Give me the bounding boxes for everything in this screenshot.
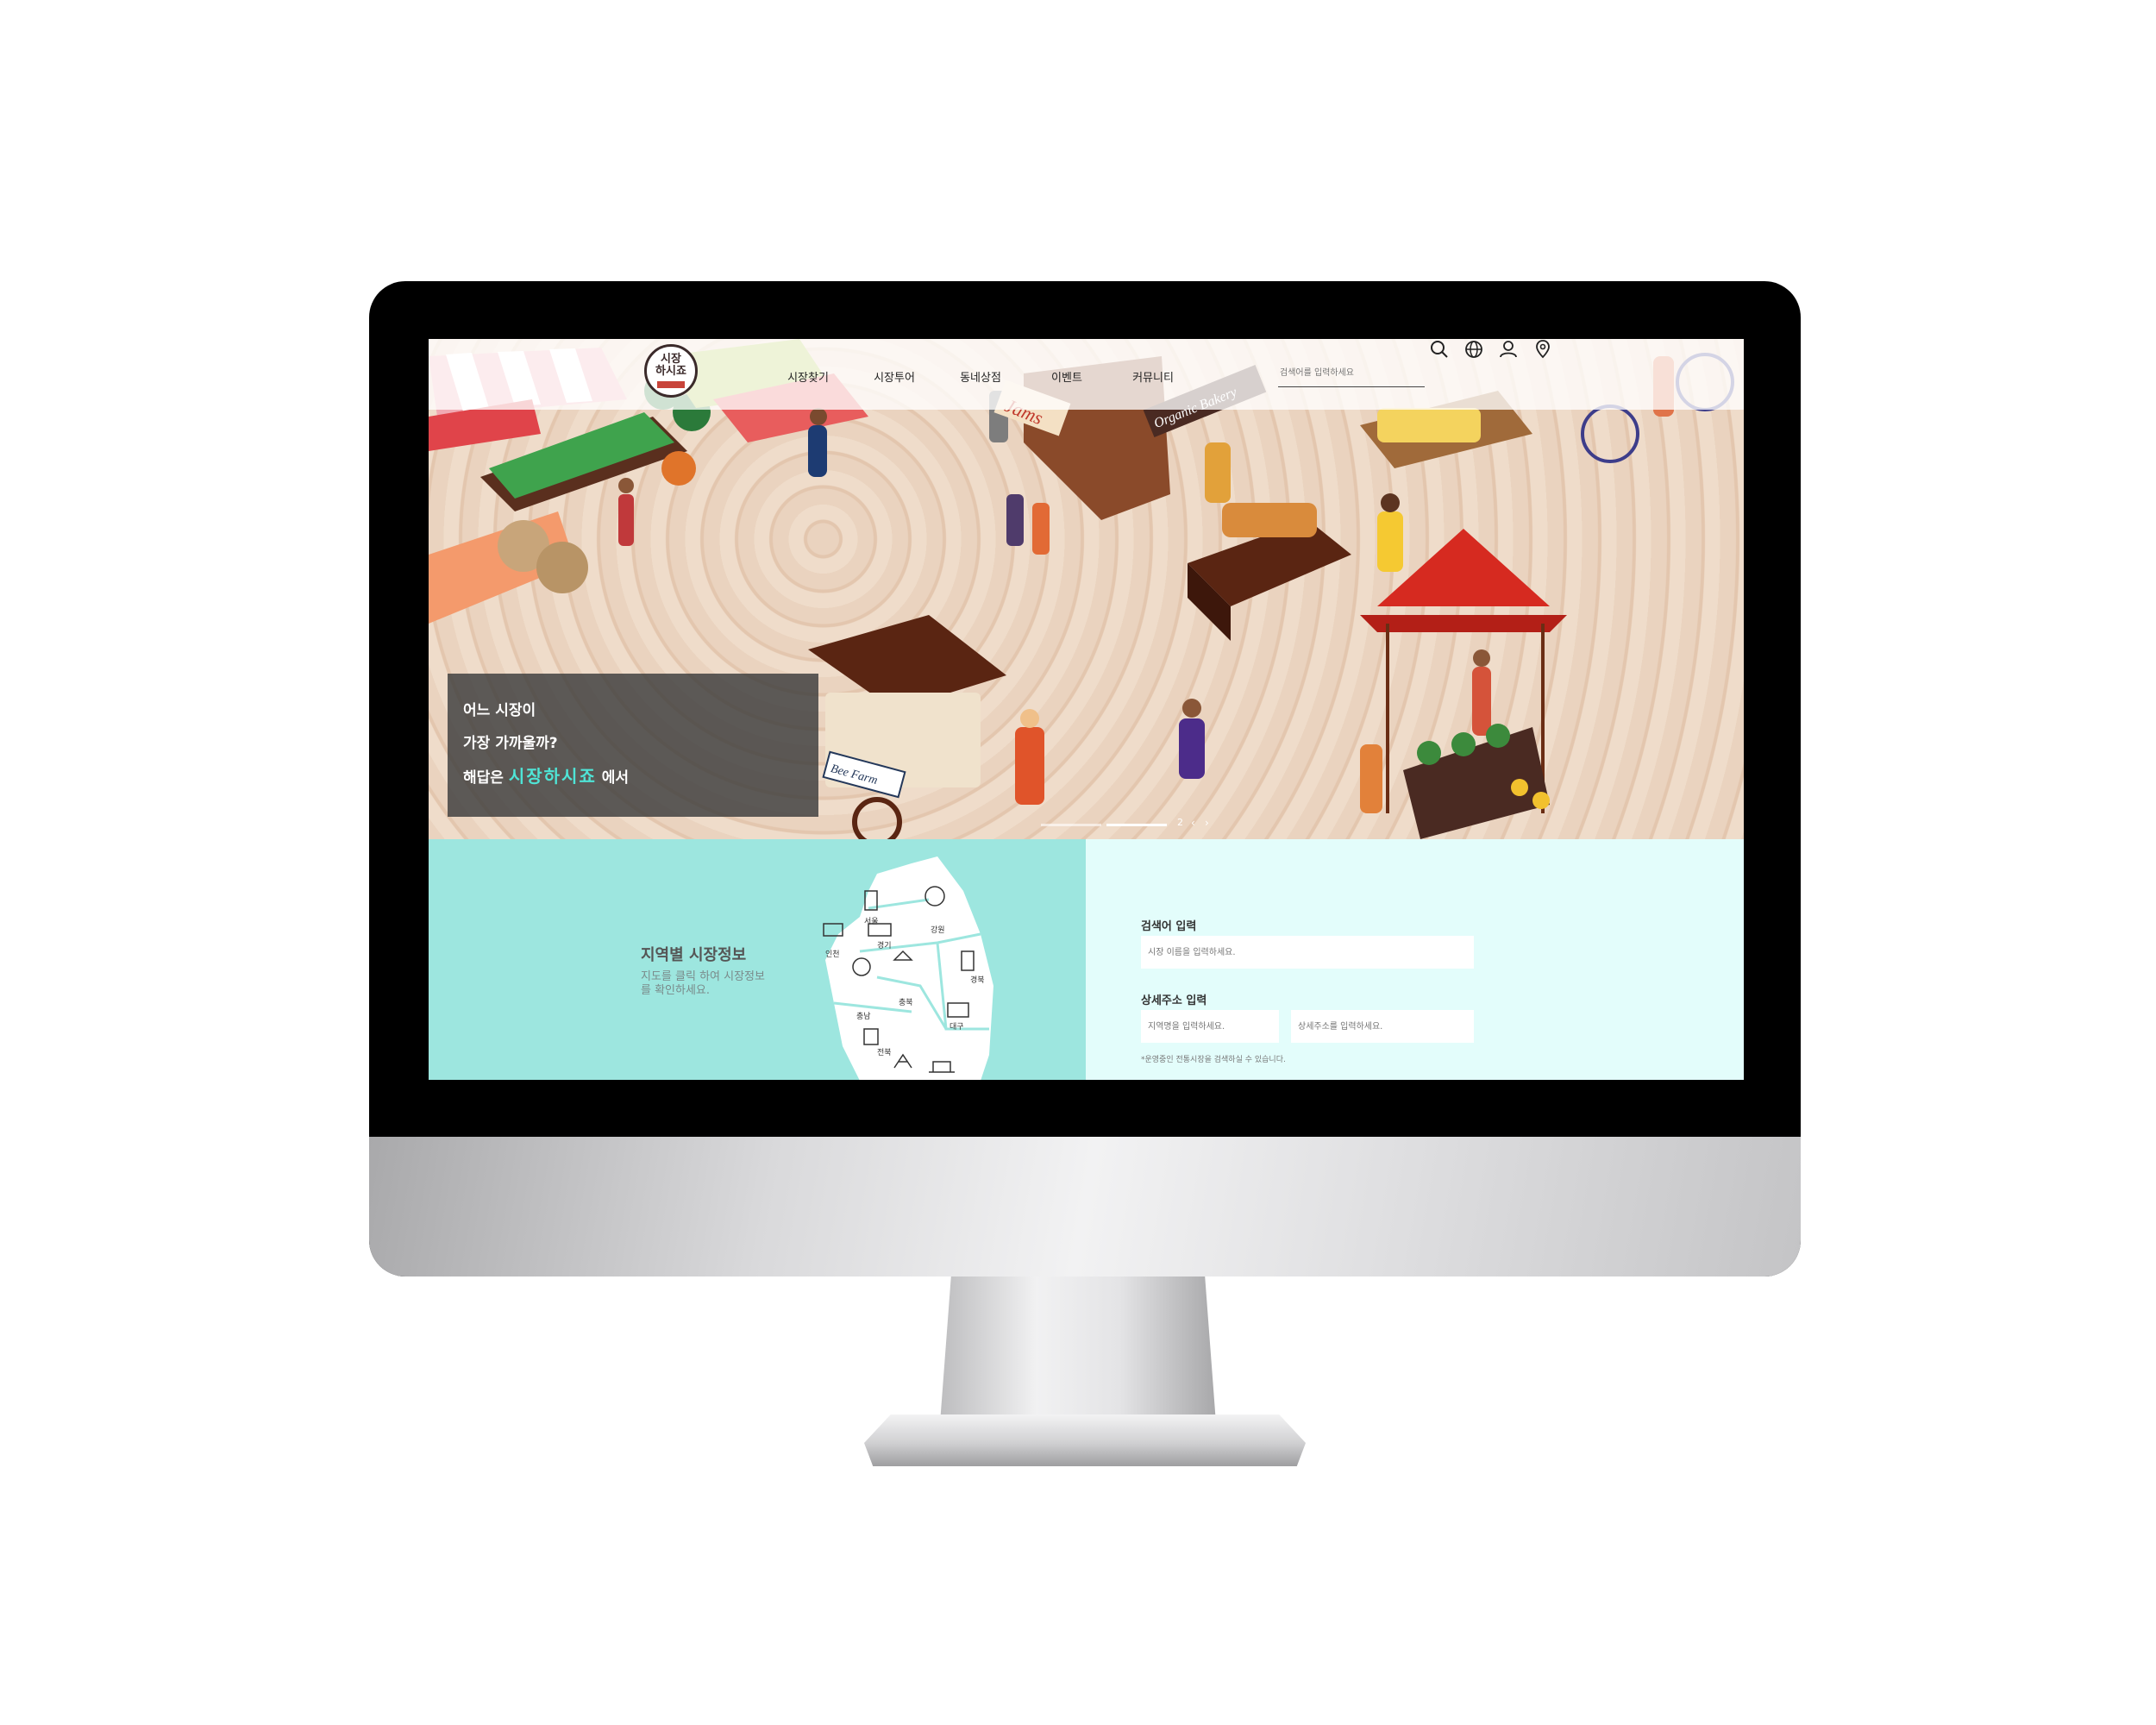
nav-find-market[interactable]: 시장찾기 (765, 368, 851, 385)
caption-suffix: 에서 (601, 769, 630, 787)
prev-slide-button[interactable]: ‹ (1191, 817, 1195, 829)
region-jeonbuk[interactable]: 전북 (877, 1046, 892, 1057)
region-chungbuk[interactable]: 충북 (899, 996, 913, 1007)
user-icon[interactable] (1498, 339, 1519, 360)
caption-line-1: 어느 시장이 (463, 702, 536, 719)
region-gyeonggi[interactable]: 경기 (877, 939, 892, 950)
nav-events[interactable]: 이벤트 (1024, 368, 1110, 385)
market-name-input[interactable] (1141, 936, 1474, 969)
market-search-panel: 검색어 입력 상세주소 입력 *운영중인 전통시장을 검색하실 수 있습니다. (1086, 839, 1744, 1080)
next-slide-button[interactable]: › (1205, 817, 1209, 829)
keyword-label: 검색어 입력 (1141, 920, 1197, 933)
nav-search-box (1278, 360, 1425, 387)
region-incheon[interactable]: 인천 (825, 948, 840, 959)
slide-counter: 2 (1177, 817, 1183, 828)
caption-line-2: 가장 가까울까? (463, 735, 558, 752)
hero-banner: Jams Organic Bakery (429, 339, 1744, 839)
nav-market-tour[interactable]: 시장투어 (851, 368, 937, 385)
korea-map[interactable] (808, 856, 1015, 1080)
region-chungnam[interactable]: 충남 (856, 1010, 871, 1021)
region-daegu[interactable]: 대구 (950, 1020, 964, 1032)
hero-caption: 어느 시장이 가장 가까울까? 해답은 시장하시죠 에서 (448, 674, 818, 817)
detail-address-input[interactable] (1291, 1010, 1474, 1043)
top-navbar: 시장 하시죠 시장찾기 시장투어 동네상점 이벤트 커뮤니티 (429, 339, 1744, 410)
search-note: *운영중인 전통시장을 검색하실 수 있습니다. (1141, 1056, 1286, 1064)
caption-brand: 시장하시죠 (508, 766, 597, 787)
map-section-desc: 지도를 클릭 하여 시장정보를 확인하세요. (641, 970, 765, 997)
main-menu: 시장찾기 시장투어 동네상점 이벤트 커뮤니티 (765, 368, 1196, 385)
logo-text-top: 시장 (661, 353, 681, 366)
address-label: 상세주소 입력 (1141, 994, 1207, 1007)
slide-indicator-2[interactable] (1106, 824, 1167, 826)
site-logo[interactable]: 시장 하시죠 (644, 344, 698, 398)
nav-community[interactable]: 커뮤니티 (1110, 368, 1196, 385)
region-gyeongbuk[interactable]: 경북 (970, 974, 985, 985)
nav-local-shops[interactable]: 동네상점 (937, 368, 1024, 385)
caption-prefix: 해답은 (463, 769, 504, 787)
slide-indicator-1[interactable] (1041, 824, 1101, 826)
monitor-stand-foot (864, 1414, 1306, 1466)
nav-search-input[interactable] (1278, 360, 1425, 386)
monitor-stand-neck (940, 1276, 1216, 1423)
map-section-title: 지역별 시장정보 (641, 946, 747, 964)
screen: Jams Organic Bakery (429, 339, 1744, 1080)
globe-icon[interactable] (1463, 339, 1484, 360)
caption-line-3: 해답은 시장하시죠 에서 (463, 760, 818, 794)
search-icon[interactable] (1429, 339, 1450, 360)
region-gangwon[interactable]: 강원 (931, 924, 945, 935)
region-map-panel: 지역별 시장정보 지도를 클릭 하여 시장정보를 확인하세요. 서울 강원 인천… (429, 839, 1086, 1080)
slider-progress (1041, 824, 1167, 826)
region-name-input[interactable] (1141, 1010, 1279, 1043)
location-pin-icon[interactable] (1532, 339, 1553, 360)
monitor-chin (369, 1137, 1801, 1276)
monitor-frame: Jams Organic Bakery (369, 281, 1801, 1276)
logo-text-bottom: 하시죠 (655, 365, 686, 378)
logo-band (657, 381, 685, 388)
region-seoul[interactable]: 서울 (864, 915, 879, 926)
